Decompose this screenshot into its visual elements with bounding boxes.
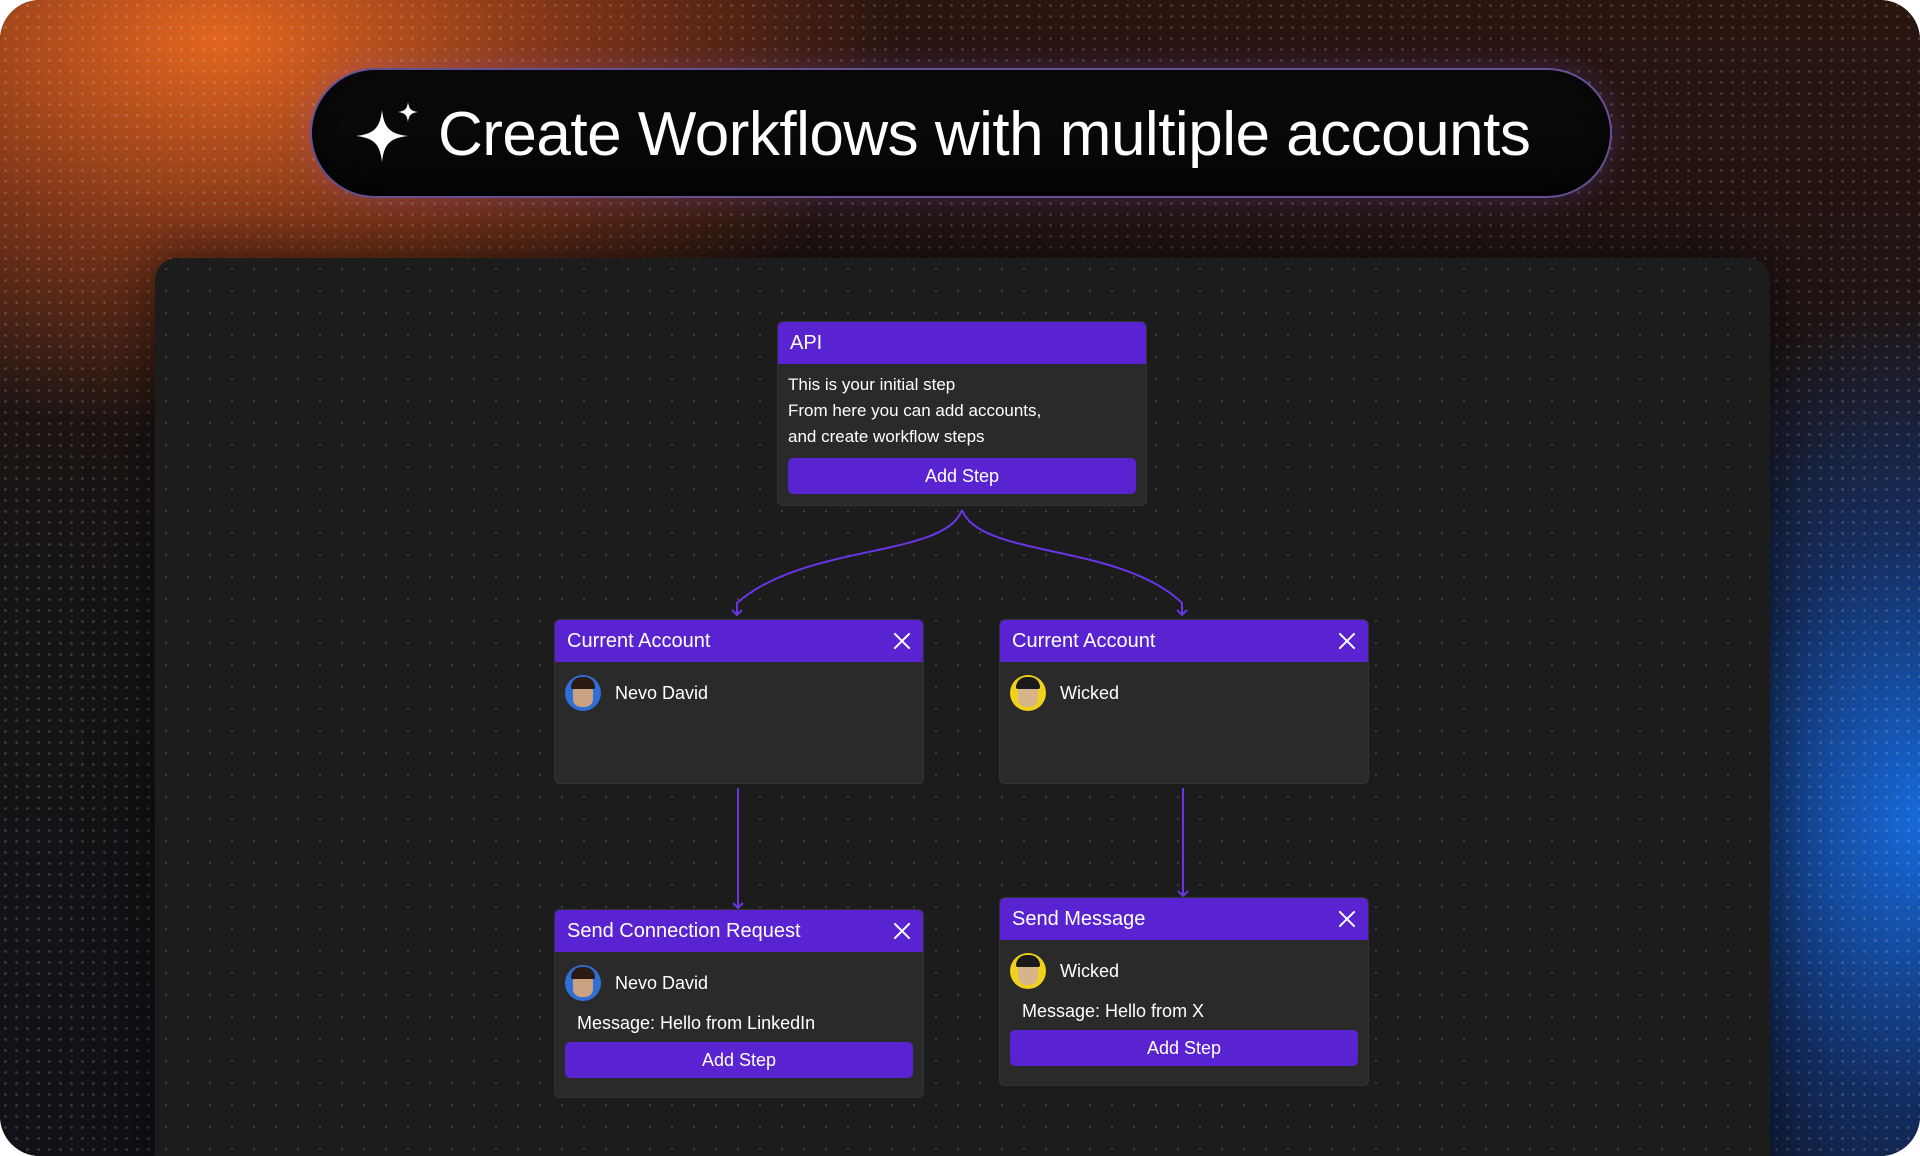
account-name: Wicked [1060, 683, 1120, 703]
api-node-header: API [778, 322, 1146, 364]
account-row: Nevo David [565, 962, 913, 1004]
api-description-line-2: From here you can add accounts, [788, 401, 1042, 420]
api-add-step-button[interactable]: Add Step [788, 458, 1136, 494]
close-icon[interactable] [893, 632, 911, 650]
account-row: Wicked [1010, 672, 1358, 714]
message-text: Message: Hello from LinkedIn [577, 1013, 816, 1033]
api-node-title: API [790, 331, 823, 354]
account-left-header: Current Account [555, 620, 923, 662]
avatar [565, 675, 601, 711]
step-left-header: Send Connection Request [555, 910, 923, 952]
send-message-node[interactable]: Send Message Wicked Message: Hello from … [999, 897, 1369, 1086]
screenshot-frame: Create Workflows with multiple accounts … [0, 0, 1920, 1156]
account-name: Wicked [1060, 961, 1120, 981]
step-left-title: Send Connection Request [567, 919, 801, 942]
sparkle-icon [356, 102, 418, 162]
account-name: Nevo David [615, 683, 709, 703]
avatar [565, 965, 601, 1001]
step-left-add-step-button[interactable]: Add Step [565, 1042, 913, 1078]
step-right-title: Send Message [1012, 907, 1146, 930]
step-right-header: Send Message [1000, 898, 1368, 940]
close-icon[interactable] [1338, 910, 1356, 928]
avatar [1010, 953, 1046, 989]
edge-api-to-account-left [731, 509, 963, 617]
avatar [1010, 675, 1046, 711]
current-account-node-right[interactable]: Current Account Wicked [999, 619, 1369, 784]
account-left-title: Current Account [567, 629, 711, 652]
account-right-title: Current Account [1012, 629, 1156, 652]
account-row: Nevo David [565, 672, 913, 714]
current-account-node-left[interactable]: Current Account Nevo David [554, 619, 924, 784]
headline-banner: Create Workflows with multiple accounts [310, 68, 1612, 198]
api-description-line-3: and create workflow steps [788, 427, 985, 446]
account-name: Nevo David [615, 973, 709, 993]
workflow-canvas[interactable]: API This is your initial step From here … [155, 258, 1770, 1156]
api-node[interactable]: API This is your initial step From here … [777, 321, 1147, 506]
edge-api-to-account-right [961, 509, 1188, 617]
message-text: Message: Hello from X [1022, 1001, 1205, 1021]
send-connection-request-node[interactable]: Send Connection Request Nevo David Messa… [554, 909, 924, 1098]
api-description-line-1: This is your initial step [788, 375, 956, 394]
account-row: Wicked [1010, 950, 1358, 992]
close-icon[interactable] [1338, 632, 1356, 650]
step-right-add-step-button[interactable]: Add Step [1010, 1030, 1358, 1066]
headline-title: Create Workflows with multiple accounts [438, 100, 1531, 169]
close-icon[interactable] [893, 922, 911, 940]
account-right-header: Current Account [1000, 620, 1368, 662]
